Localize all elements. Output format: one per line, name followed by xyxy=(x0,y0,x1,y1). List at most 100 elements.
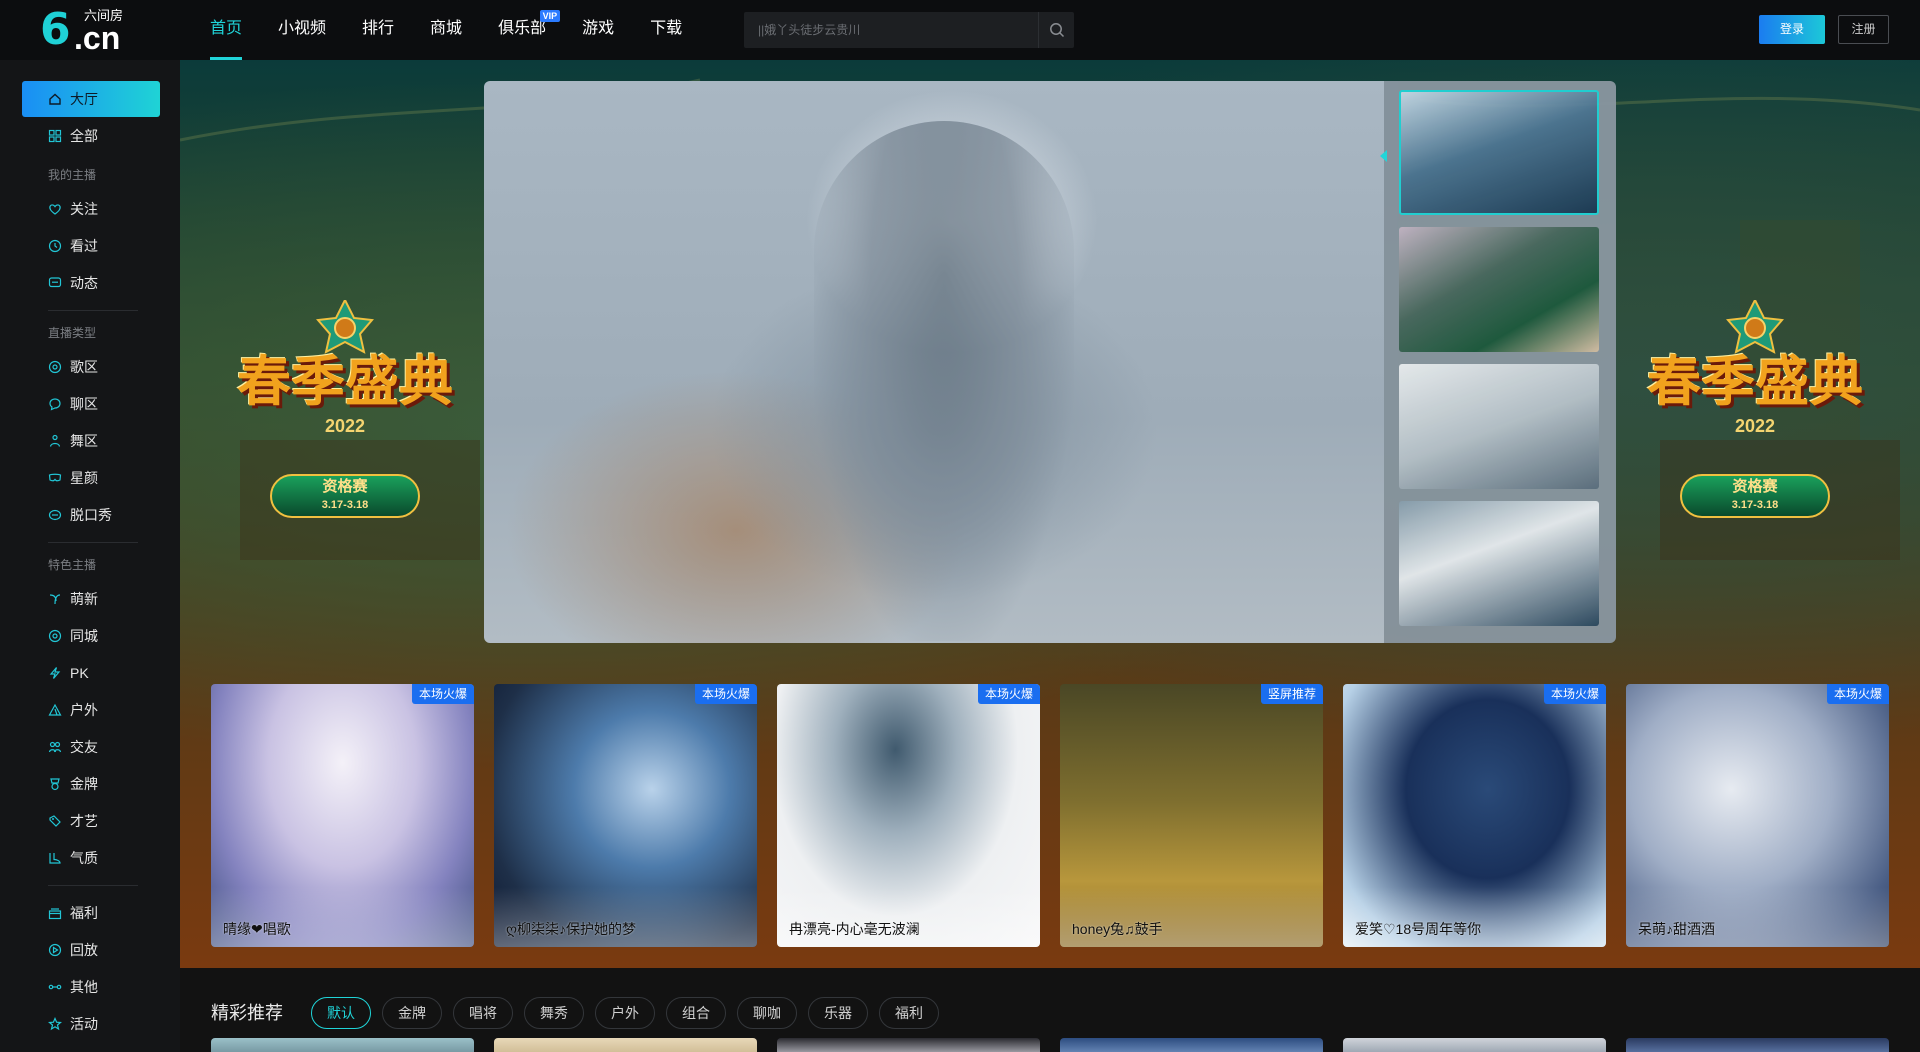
event-emblem-icon xyxy=(316,300,374,354)
sidebar: 大厅 全部 我的主播 关注 看过 动态 直播类型 歌区 聊区 舞区 星颜 脱口秀… xyxy=(0,60,180,1052)
stream-card[interactable] xyxy=(494,1038,757,1052)
sidebar-item-replay[interactable]: 回放 xyxy=(22,932,160,968)
sidebar-item-temperament[interactable]: 气质 xyxy=(22,840,160,876)
sidebar-divider xyxy=(48,310,138,311)
sidebar-item-all[interactable]: 全部 xyxy=(22,118,160,154)
vertical-recommend-tag: 竖屏推荐 xyxy=(1260,684,1323,704)
sidebar-divider xyxy=(48,542,138,543)
stream-card[interactable] xyxy=(777,1038,1040,1052)
sidebar-item-label: 福利 xyxy=(70,905,98,921)
logo-domain: .cn xyxy=(74,20,121,56)
filter-welfare[interactable]: 福利 xyxy=(879,997,939,1029)
nav-short-video[interactable]: 小视频 xyxy=(278,0,326,60)
sidebar-item-other[interactable]: 其他 xyxy=(22,969,160,1005)
clock-icon xyxy=(48,239,62,253)
nav-club[interactable]: 俱乐部 VIP xyxy=(498,0,561,60)
event-banner-left[interactable]: 春季盛典 2022 资格赛 3.17-3.18 xyxy=(210,290,480,560)
sidebar-item-singing[interactable]: 歌区 xyxy=(22,349,160,385)
sidebar-item-newbie[interactable]: 萌新 xyxy=(22,581,160,617)
sidebar-item-dance[interactable]: 舞区 xyxy=(22,423,160,459)
filter-group[interactable]: 组合 xyxy=(666,997,726,1029)
login-button[interactable]: 登录 xyxy=(1759,15,1825,44)
sidebar-item-chat[interactable]: 聊区 xyxy=(22,386,160,422)
sidebar-item-gold[interactable]: 金牌 xyxy=(22,766,160,802)
stream-thumbnail[interactable] xyxy=(1399,501,1599,626)
search-input[interactable] xyxy=(744,12,1038,48)
event-title: 春季盛典 xyxy=(237,349,453,413)
video-frame xyxy=(814,121,1074,641)
stream-card[interactable]: 本场火爆 冉漂亮-内心毫无波澜 xyxy=(777,684,1040,947)
nav-download[interactable]: 下载 xyxy=(650,0,682,60)
section-title: 精彩推荐 xyxy=(211,1003,283,1023)
sidebar-item-star-face[interactable]: 星颜 xyxy=(22,460,160,496)
nav-home[interactable]: 首页 xyxy=(210,0,243,60)
nav-mall[interactable]: 商城 xyxy=(430,0,462,60)
sidebar-item-label: 大厅 xyxy=(70,91,98,107)
sidebar-item-label: 动态 xyxy=(70,275,98,291)
stream-card[interactable]: 本场火爆 ღ柳柒柒♪保护她的梦 xyxy=(494,684,757,947)
event-title: 春季盛典 xyxy=(1647,349,1863,413)
stream-card[interactable] xyxy=(1626,1038,1889,1052)
filter-dance[interactable]: 舞秀 xyxy=(524,997,584,1029)
filter-singer[interactable]: 唱将 xyxy=(453,997,513,1029)
nav-download-label: 下载 xyxy=(650,20,683,37)
nav-games[interactable]: 游戏 xyxy=(582,0,614,60)
sidebar-item-history[interactable]: 看过 xyxy=(22,228,160,264)
stream-card[interactable] xyxy=(1343,1038,1606,1052)
stream-thumbnail[interactable] xyxy=(1399,364,1599,489)
sidebar-item-label: 才艺 xyxy=(70,813,98,829)
mask-icon xyxy=(48,473,62,482)
filter-default[interactable]: 默认 xyxy=(311,997,371,1029)
nav-ranking[interactable]: 排行 xyxy=(362,0,394,60)
nav-games-label: 游戏 xyxy=(582,20,615,37)
sidebar-item-friends[interactable]: 交友 xyxy=(22,729,160,765)
sidebar-group-title: 直播类型 xyxy=(48,326,97,340)
stream-card[interactable]: 本场火爆 爱笑♡18号周年等你 xyxy=(1343,684,1606,947)
music-icon xyxy=(48,360,62,374)
sidebar-item-feed[interactable]: 动态 xyxy=(22,265,160,301)
event-qualifier-title: 资格赛 xyxy=(322,478,368,495)
active-thumbnail-pointer xyxy=(1380,150,1387,162)
filter-outdoor[interactable]: 户外 xyxy=(595,997,655,1029)
sidebar-item-hall[interactable]: 大厅 xyxy=(22,81,160,117)
grid-icon xyxy=(48,129,62,143)
sidebar-item-follow[interactable]: 关注 xyxy=(22,191,160,227)
sidebar-item-label: 看过 xyxy=(70,238,98,254)
sidebar-item-outdoor[interactable]: 户外 xyxy=(22,692,160,728)
sidebar-item-label: 舞区 xyxy=(70,433,98,449)
live-video-player[interactable] xyxy=(484,81,1384,643)
register-button[interactable]: 注册 xyxy=(1838,15,1889,44)
event-year: 2022 xyxy=(1734,416,1776,436)
sidebar-item-events[interactable]: 活动 xyxy=(22,1006,160,1042)
logo-mark: 6 xyxy=(40,4,71,55)
sidebar-item-welfare[interactable]: 福利 xyxy=(22,895,160,931)
sidebar-item-talent[interactable]: 才艺 xyxy=(22,803,160,839)
stream-card[interactable]: 本场火爆 晴缘❤唱歌 xyxy=(211,684,474,947)
nav-home-label: 首页 xyxy=(210,20,243,37)
filter-chat[interactable]: 聊咖 xyxy=(737,997,797,1029)
filter-gold[interactable]: 金牌 xyxy=(382,997,442,1029)
chat-icon xyxy=(49,398,61,411)
sidebar-item-nearby[interactable]: 同城 xyxy=(22,618,160,654)
stream-card[interactable]: 本场火爆 呆萌♪甜酒酒 xyxy=(1626,684,1889,947)
stream-card[interactable] xyxy=(1060,1038,1323,1052)
sidebar-divider xyxy=(48,885,138,886)
site-logo[interactable]: 6 六间房 .cn xyxy=(40,4,132,56)
event-banner-right[interactable]: 春季盛典 2022 资格赛 3.17-3.18 xyxy=(1620,290,1890,560)
sidebar-group-title: 我的主播 xyxy=(48,168,97,182)
stream-thumbnail[interactable] xyxy=(1399,90,1599,215)
sidebar-item-talk-show[interactable]: 脱口秀 xyxy=(22,497,160,533)
sidebar-item-label: 其他 xyxy=(70,979,98,995)
category-filter-bar: 默认 金牌 唱将 舞秀 户外 组合 聊咖 乐器 福利 xyxy=(311,997,950,1029)
stream-card[interactable] xyxy=(211,1038,474,1052)
sidebar-item-label: 活动 xyxy=(70,1016,98,1032)
search-box xyxy=(744,12,1074,48)
nav-club-label: 俱乐部 xyxy=(498,20,547,37)
hot-tag: 本场火爆 xyxy=(977,684,1040,704)
stream-card[interactable]: 竖屏推荐 honey兔♫鼓手 xyxy=(1060,684,1323,947)
sidebar-item-pk[interactable]: PK xyxy=(22,655,160,691)
search-button[interactable] xyxy=(1038,12,1074,48)
event-emblem-icon xyxy=(1726,300,1784,354)
stream-thumbnail[interactable] xyxy=(1399,227,1599,352)
filter-instrument[interactable]: 乐器 xyxy=(808,997,868,1029)
